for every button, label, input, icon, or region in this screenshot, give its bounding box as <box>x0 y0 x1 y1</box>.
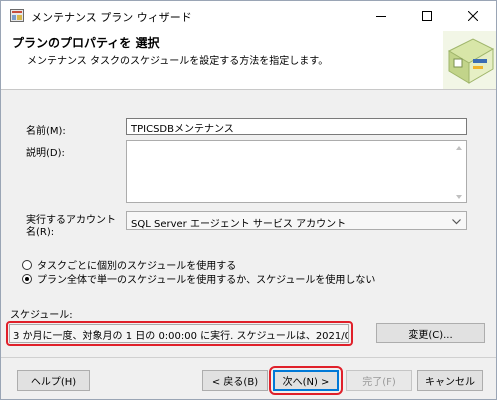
close-button[interactable] <box>450 1 496 31</box>
scroll-down-icon <box>456 195 462 199</box>
finish-button[interactable]: 完了(F) <box>346 370 412 391</box>
chevron-down-icon <box>452 217 461 228</box>
radio-single-schedule[interactable]: プラン全体で単一のスケジュールを使用するか、スケジュールを使用しない <box>22 271 375 286</box>
wizard-window: メンテナンス プラン ウィザード プランのプロパティを 選択 メンテナンス タス… <box>0 0 497 400</box>
minimize-button[interactable] <box>358 1 404 31</box>
description-field[interactable] <box>126 140 467 203</box>
help-button[interactable]: ヘルプ(H) <box>17 370 90 391</box>
close-icon <box>468 11 478 21</box>
next-highlight <box>269 366 343 395</box>
radio-button-selected[interactable] <box>22 273 32 284</box>
footer-divider <box>1 357 496 358</box>
page-subtitle: メンテナンス タスクのスケジュールを設定する方法を指定します。 <box>27 56 329 67</box>
header-illustration-icon <box>443 31 496 89</box>
account-value: SQL Server エージェント サービス アカウント <box>131 219 347 230</box>
back-button[interactable]: < 戻る(B) <box>202 370 268 391</box>
title-bar: メンテナンス プラン ウィザード <box>1 1 496 31</box>
window-title: メンテナンス プラン ウィザード <box>31 11 192 24</box>
radio-button[interactable] <box>22 259 32 270</box>
description-scrollbar[interactable] <box>453 143 465 200</box>
page-title: プランのプロパティを 選択 <box>12 36 160 50</box>
wizard-header: プランのプロパティを 選択 メンテナンス タスクのスケジュールを設定する方法を指… <box>1 31 496 90</box>
radio-single-label: プラン全体で単一のスケジュールを使用するか、スケジュールを使用しない <box>37 275 376 286</box>
schedule-label: スケジュール: <box>10 310 73 321</box>
name-field[interactable]: TPICSDBメンテナンス <box>126 118 467 135</box>
cancel-button[interactable]: キャンセル <box>417 370 483 391</box>
change-schedule-button[interactable]: 変更(C)... <box>376 323 485 343</box>
radio-separate-schedules[interactable]: タスクごとに個別のスケジュールを使用する <box>22 257 236 272</box>
schedule-highlight <box>6 321 353 346</box>
account-dropdown[interactable]: SQL Server エージェント サービス アカウント <box>126 211 467 230</box>
maximize-button[interactable] <box>404 1 450 31</box>
minimize-icon <box>376 16 386 17</box>
scroll-up-icon <box>456 146 462 150</box>
account-label-line2: 名(R): <box>26 227 55 238</box>
radio-separate-label: タスクごとに個別のスケジュールを使用する <box>37 261 237 272</box>
maximize-icon <box>422 11 432 21</box>
app-icon <box>10 9 24 22</box>
description-label: 説明(D): <box>26 148 65 159</box>
name-label: 名前(M): <box>26 126 66 137</box>
